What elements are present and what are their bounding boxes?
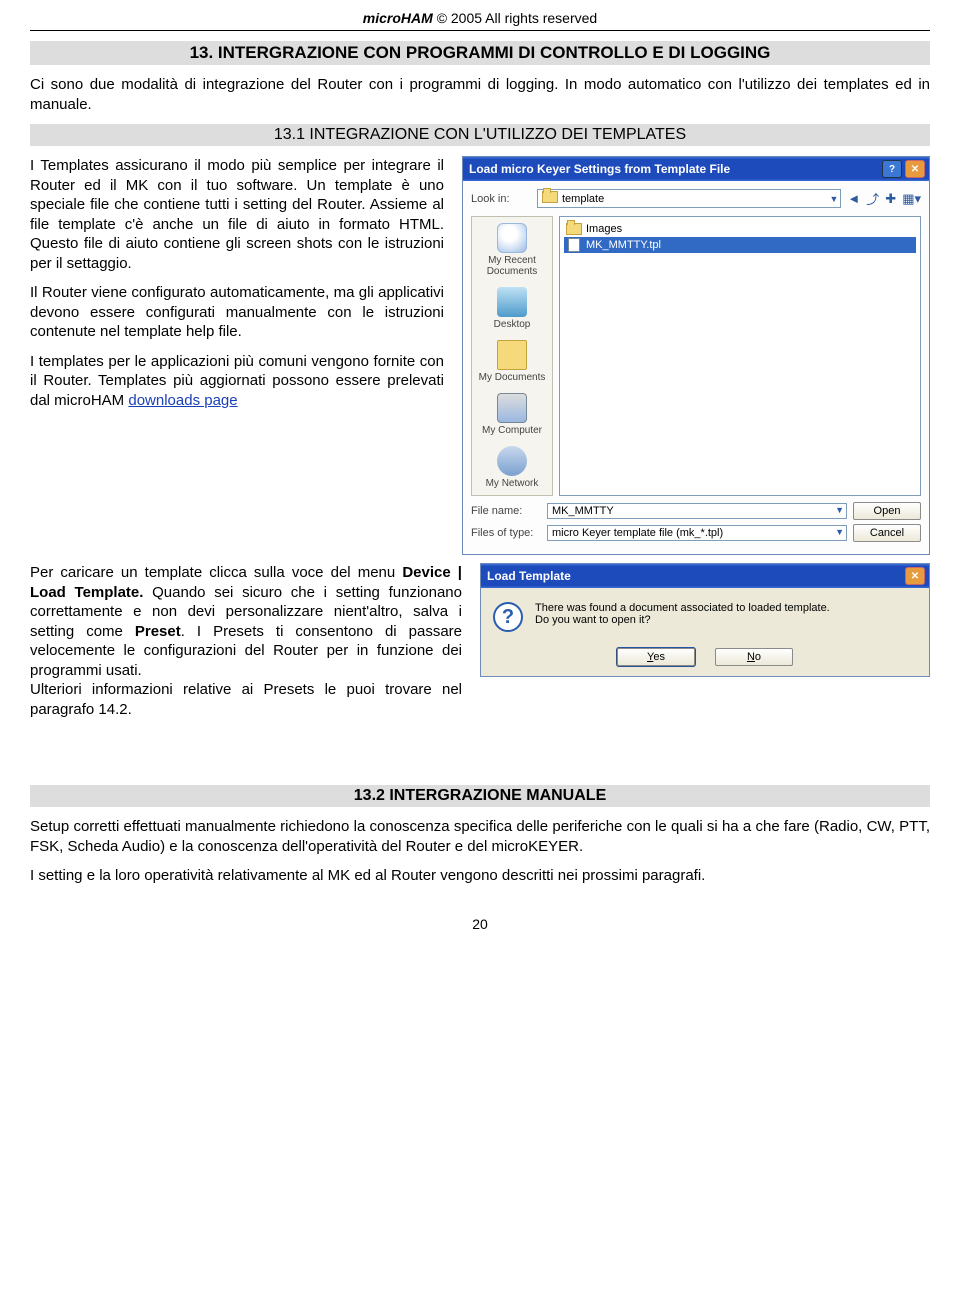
brand-name: microHAM (363, 10, 433, 26)
chevron-down-icon: ▼ (835, 505, 844, 515)
filename-input[interactable]: MK_MMTTY ▼ (547, 503, 847, 519)
file-row-folder[interactable]: Images (564, 221, 916, 237)
filename-label: File name: (471, 505, 541, 517)
question-icon: ? (493, 602, 523, 632)
page-number: 20 (30, 916, 930, 932)
file-icon (566, 238, 582, 252)
para-manual-1: Setup corretti effettuati manualmente ri… (30, 817, 930, 856)
lookin-dropdown[interactable]: template ▼ (537, 189, 841, 208)
open-button[interactable]: Open (853, 502, 921, 520)
place-desktop[interactable]: Desktop (472, 285, 552, 332)
folder-icon (542, 191, 558, 206)
chevron-down-icon: ▼ (829, 194, 838, 204)
msgbox-titlebar: Load Template ✕ (481, 564, 929, 588)
views-icon[interactable]: ▦▾ (902, 191, 921, 207)
back-icon[interactable]: ◄ (847, 191, 860, 206)
copyright: © 2005 All rights reserved (437, 10, 598, 26)
para-templates-1: I Templates assicurano il modo più sempl… (30, 156, 444, 273)
dialog-titlebar: Load micro Keyer Settings from Template … (463, 157, 929, 181)
folder-icon (566, 222, 582, 236)
places-bar: My Recent Documents Desktop My Documents… (471, 216, 553, 496)
cancel-button[interactable]: Cancel (853, 524, 921, 542)
section-13-2-title: 13.2 INTERGRAZIONE MANUALE (30, 785, 930, 807)
no-button[interactable]: No (715, 648, 793, 666)
para-manual-2: I setting e la loro operatività relativa… (30, 866, 930, 886)
doc-header: microHAM © 2005 All rights reserved (30, 10, 930, 26)
section-13-title: 13. INTERGRAZIONE CON PROGRAMMI DI CONTR… (30, 41, 930, 65)
dialog-title: Load micro Keyer Settings from Template … (469, 162, 730, 176)
close-button[interactable]: ✕ (905, 160, 925, 178)
filetype-label: Files of type: (471, 527, 541, 539)
intro-paragraph: Ci sono due modalità di integrazione del… (30, 75, 930, 114)
filetype-dropdown[interactable]: micro Keyer template file (mk_*.tpl) ▼ (547, 525, 847, 541)
section-13-1-title: 13.1 INTEGRAZIONE CON L'UTILIZZO DEI TEM… (30, 124, 930, 146)
msgbox-text: There was found a document associated to… (535, 602, 830, 626)
place-mycomputer[interactable]: My Computer (472, 391, 552, 438)
para-templates-3: I templates per le applicazioni più comu… (30, 352, 444, 411)
close-button[interactable]: ✕ (905, 567, 925, 585)
msgbox-title: Load Template (487, 569, 571, 583)
place-recent[interactable]: My Recent Documents (472, 221, 552, 279)
new-folder-icon[interactable]: ✚ (885, 191, 896, 207)
para-templates-2: Il Router viene configurato automaticame… (30, 283, 444, 342)
yes-button[interactable]: Yes (617, 648, 695, 666)
file-list[interactable]: Images MK_MMTTY.tpl (559, 216, 921, 496)
up-icon[interactable]: ⤴ (866, 189, 879, 208)
load-template-msgbox: Load Template ✕ ? There was found a docu… (480, 563, 930, 677)
divider (30, 30, 930, 31)
help-button[interactable]: ? (882, 160, 902, 178)
chevron-down-icon: ▼ (835, 527, 844, 537)
place-mydocs[interactable]: My Documents (472, 338, 552, 385)
para-load-template: Per caricare un template clicca sulla vo… (30, 563, 462, 719)
open-file-dialog: Load micro Keyer Settings from Template … (462, 156, 930, 555)
file-row-selected[interactable]: MK_MMTTY.tpl (564, 237, 916, 253)
place-network[interactable]: My Network (472, 444, 552, 491)
lookin-label: Look in: (471, 193, 531, 205)
downloads-link[interactable]: downloads page (128, 392, 237, 409)
